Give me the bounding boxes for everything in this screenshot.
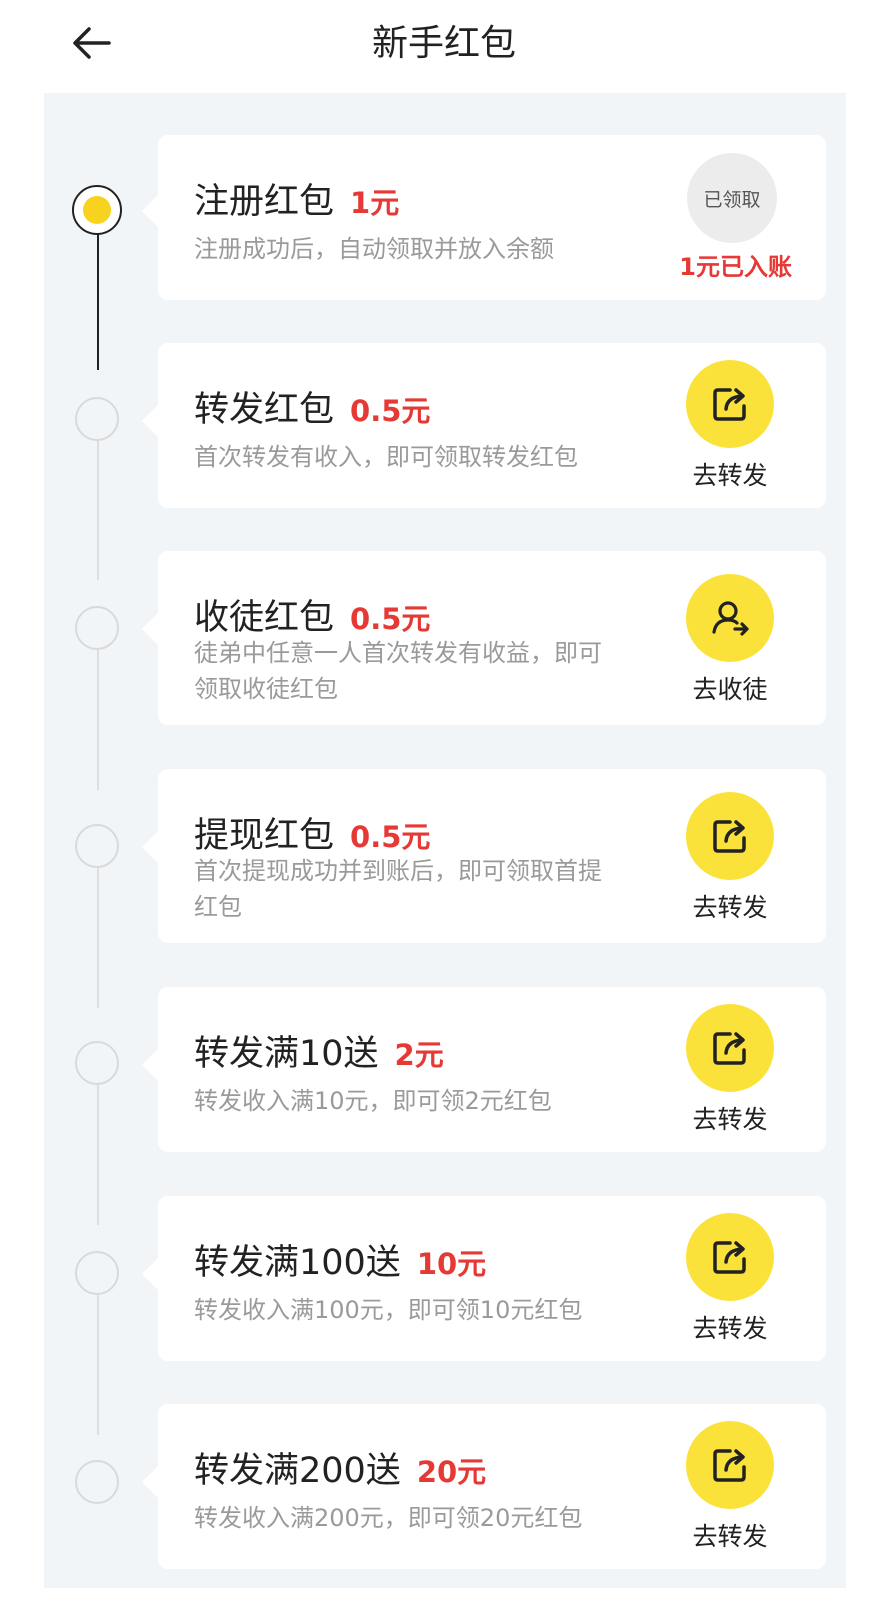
share-icon [713,820,746,853]
timeline-dot [75,824,119,868]
claimed-circle: 已领取 [687,153,777,243]
go-share-button[interactable]: 去转发 [682,1421,778,1553]
reward-name: 注册红包 [194,182,335,222]
share-icon [713,1449,746,1482]
reward-description: 注册成功后，自动领取并放入余额 [194,235,554,263]
action-circle [686,360,774,448]
action-label: 去收徒 [692,675,768,704]
reward-name: 转发满200送 [194,1451,401,1491]
action-circle [686,1421,774,1509]
go-share-button[interactable]: 去转发 [682,1213,778,1345]
go-invite-button[interactable]: 去收徒 [682,574,778,706]
reward-amount: 0.5元 [350,394,431,428]
reward-amount: 0.5元 [350,602,431,636]
share-icon [713,1241,746,1274]
reward-card-share-100: 转发满100送 10元 转发收入满100元，即可领10元红包 去转发 [142,1196,826,1361]
timeline-line [97,1295,99,1435]
action-label: 去转发 [692,1105,768,1134]
timeline-line [97,232,99,370]
reward-description: 徒弟中任意一人首次转发有收益，即可领取收徒红包 [194,639,602,703]
claimed-badge: 已领取 [684,153,780,243]
reward-amount: 0.5元 [350,820,431,854]
reward-card-share-200: 转发满200送 20元 转发收入满200元，即可领20元红包 去转发 [142,1404,826,1569]
action-label: 去转发 [692,1314,768,1343]
timeline-dot [75,606,119,650]
reward-card-share-10: 转发满10送 2元 转发收入满10元，即可领2元红包 去转发 [142,987,826,1152]
timeline-line [97,868,99,1008]
reward-name: 转发红包 [194,390,335,430]
reward-description: 首次转发有收入，即可领取转发红包 [194,443,578,471]
page-title: 新手红包 [371,23,516,64]
reward-card-invite: 收徒红包 0.5元 徒弟中任意一人首次转发有收益，即可领取收徒红包 去收徒 [142,551,826,725]
reward-card-share: 转发红包 0.5元 首次转发有收入，即可领取转发红包 去转发 [142,343,826,508]
action-label: 去转发 [692,893,768,922]
timeline-dot [75,1460,119,1504]
header: 新手红包 [0,0,888,90]
reward-description: 转发收入满200元，即可领20元红包 [194,1504,583,1532]
reward-name: 转发满10送 [194,1034,379,1074]
action-label: 去转发 [692,461,768,490]
timeline-line [97,440,99,580]
timeline-line [97,650,99,790]
reward-amount: 1元 [350,186,400,220]
share-icon [713,388,746,421]
user-add-icon [712,601,749,636]
go-share-button[interactable]: 去转发 [682,360,778,492]
share-icon [713,1032,746,1065]
reward-name: 收徒红包 [194,598,335,638]
timeline-line [97,1085,99,1225]
credited-note: 1元已入账 [679,253,792,281]
reward-description: 转发收入满100元，即可领10元红包 [194,1296,583,1324]
action-circle [686,574,774,662]
reward-name: 转发满100送 [194,1243,401,1283]
reward-description: 转发收入满10元，即可领2元红包 [194,1087,552,1115]
reward-amount: 20元 [416,1455,487,1489]
go-share-button[interactable]: 去转发 [682,1004,778,1136]
action-circle [686,792,774,880]
reward-name: 提现红包 [194,816,335,856]
timeline-dot [75,397,119,441]
reward-description: 首次提现成功并到账后，即可领取首提红包 [194,857,602,921]
timeline-dot-active [72,185,122,235]
timeline-dot [75,1041,119,1085]
action-circle [686,1213,774,1301]
action-circle [686,1004,774,1092]
reward-card-register: 注册红包 1元 注册成功后，自动领取并放入余额 已领取 1元已入账 [142,135,826,300]
reward-amount: 10元 [416,1247,487,1281]
action-label: 去转发 [692,1522,768,1551]
timeline-dot [75,1251,119,1295]
reward-amount: 2元 [394,1038,444,1072]
go-share-button[interactable]: 去转发 [682,792,778,924]
reward-card-withdraw: 提现红包 0.5元 首次提现成功并到账后，即可领取首提红包 去转发 [142,769,826,943]
claimed-label: 已领取 [703,188,761,211]
